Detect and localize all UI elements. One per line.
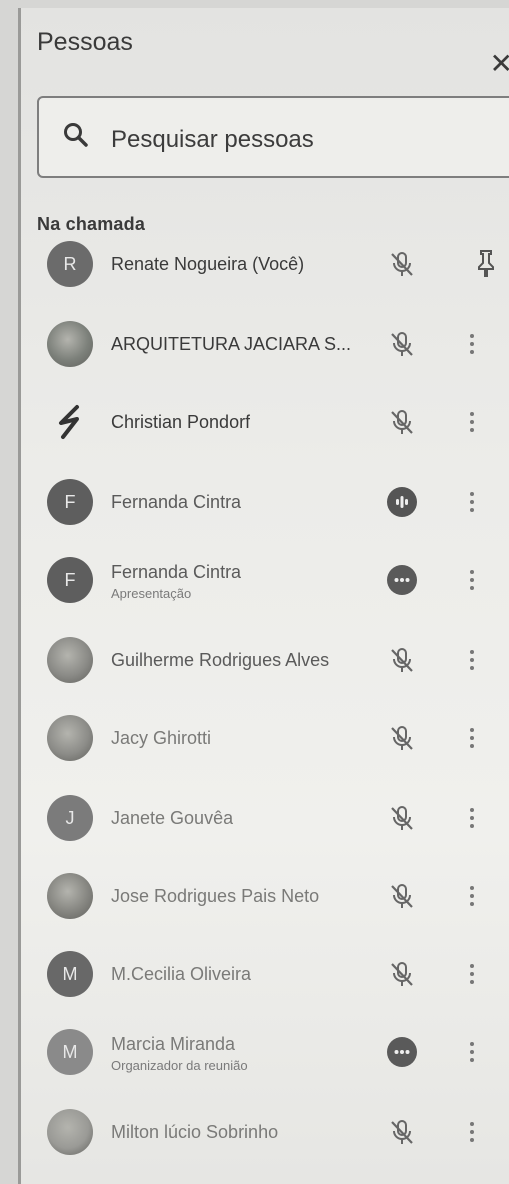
participant-row[interactable]: F Fernanda Cintra Apresentação	[21, 542, 509, 618]
avatar: F	[47, 479, 93, 525]
participant-name: Guilherme Rodrigues Alves	[111, 650, 330, 670]
mic-off-icon	[389, 724, 415, 752]
avatar: J	[47, 795, 93, 841]
avatar: M	[47, 1029, 93, 1075]
more-horizontal-icon	[387, 1037, 417, 1067]
participant-row[interactable]: M M.Cecilia Oliveira	[21, 936, 509, 1012]
more-options-icon[interactable]	[467, 1038, 477, 1066]
more-options-icon[interactable]	[467, 488, 477, 516]
search-icon	[64, 123, 88, 147]
participant-row[interactable]: Christian Pondorf	[21, 384, 509, 460]
participant-name: Janete Gouvêa	[111, 808, 234, 828]
people-panel: Pessoas ✕ Pesquisar pessoas Na chamada R…	[18, 8, 509, 1184]
close-icon[interactable]: ✕	[490, 50, 509, 78]
participant-name: Milton lúcio Sobrinho	[111, 1122, 279, 1142]
participant-subtitle: Organizador da reunião	[111, 1058, 248, 1073]
avatar: F	[47, 557, 93, 603]
participant-row[interactable]: Jacy Ghirotti	[21, 700, 509, 776]
participant-name: ARQUITETURA JACIARA S...	[111, 334, 352, 354]
photo-avatar	[47, 873, 93, 919]
mic-off-icon	[389, 408, 415, 436]
more-options-icon[interactable]	[467, 1118, 477, 1146]
mic-off-icon	[389, 960, 415, 988]
participant-row[interactable]: R Renate Nogueira (Você)	[21, 226, 509, 302]
participant-subtitle: Apresentação	[111, 586, 192, 601]
mic-off-icon	[389, 250, 415, 278]
more-options-icon[interactable]	[467, 724, 477, 752]
audio-level-icon	[387, 487, 417, 517]
participant-name: Fernanda Cintra	[111, 492, 242, 512]
more-options-icon[interactable]	[467, 566, 477, 594]
more-options-icon[interactable]	[467, 408, 477, 436]
participant-row[interactable]: Guilherme Rodrigues Alves	[21, 622, 509, 698]
search-placeholder: Pesquisar pessoas	[111, 126, 314, 153]
participant-name: M.Cecilia Oliveira	[111, 964, 252, 984]
participant-row[interactable]: M Marcia Miranda Organizador da reunião	[21, 1014, 509, 1090]
participant-name: Marcia Miranda	[111, 1034, 236, 1054]
more-options-icon[interactable]	[467, 330, 477, 358]
photo-avatar	[47, 321, 93, 367]
more-options-icon[interactable]	[467, 960, 477, 988]
photo-avatar	[47, 1109, 93, 1155]
mic-off-icon	[389, 1118, 415, 1146]
more-options-icon[interactable]	[467, 882, 477, 910]
avatar: R	[47, 241, 93, 287]
participant-row[interactable]: Milton lúcio Sobrinho	[21, 1094, 509, 1170]
photo-avatar	[47, 637, 93, 683]
mic-off-icon	[389, 330, 415, 358]
search-input[interactable]: Pesquisar pessoas	[37, 96, 509, 178]
more-horizontal-icon	[387, 565, 417, 595]
participant-row[interactable]: ARQUITETURA JACIARA S...	[21, 306, 509, 382]
pin-icon[interactable]	[475, 248, 497, 278]
participant-name: Fernanda Cintra	[111, 562, 242, 582]
photo-avatar	[47, 715, 93, 761]
mic-off-icon	[389, 646, 415, 674]
logo-avatar	[47, 399, 93, 445]
participant-name: Jacy Ghirotti	[111, 728, 212, 748]
mic-off-icon	[389, 804, 415, 832]
panel-title: Pessoas	[37, 28, 133, 56]
more-options-icon[interactable]	[467, 646, 477, 674]
participant-row[interactable]: J Janete Gouvêa	[21, 780, 509, 856]
mic-off-icon	[389, 882, 415, 910]
more-options-icon[interactable]	[467, 804, 477, 832]
participant-row[interactable]: Jose Rodrigues Pais Neto	[21, 858, 509, 934]
avatar: M	[47, 951, 93, 997]
participant-name: Christian Pondorf	[111, 412, 251, 432]
participant-name: Jose Rodrigues Pais Neto	[111, 886, 320, 906]
participant-name: Renate Nogueira (Você)	[111, 254, 305, 274]
participant-row[interactable]: F Fernanda Cintra	[21, 464, 509, 540]
